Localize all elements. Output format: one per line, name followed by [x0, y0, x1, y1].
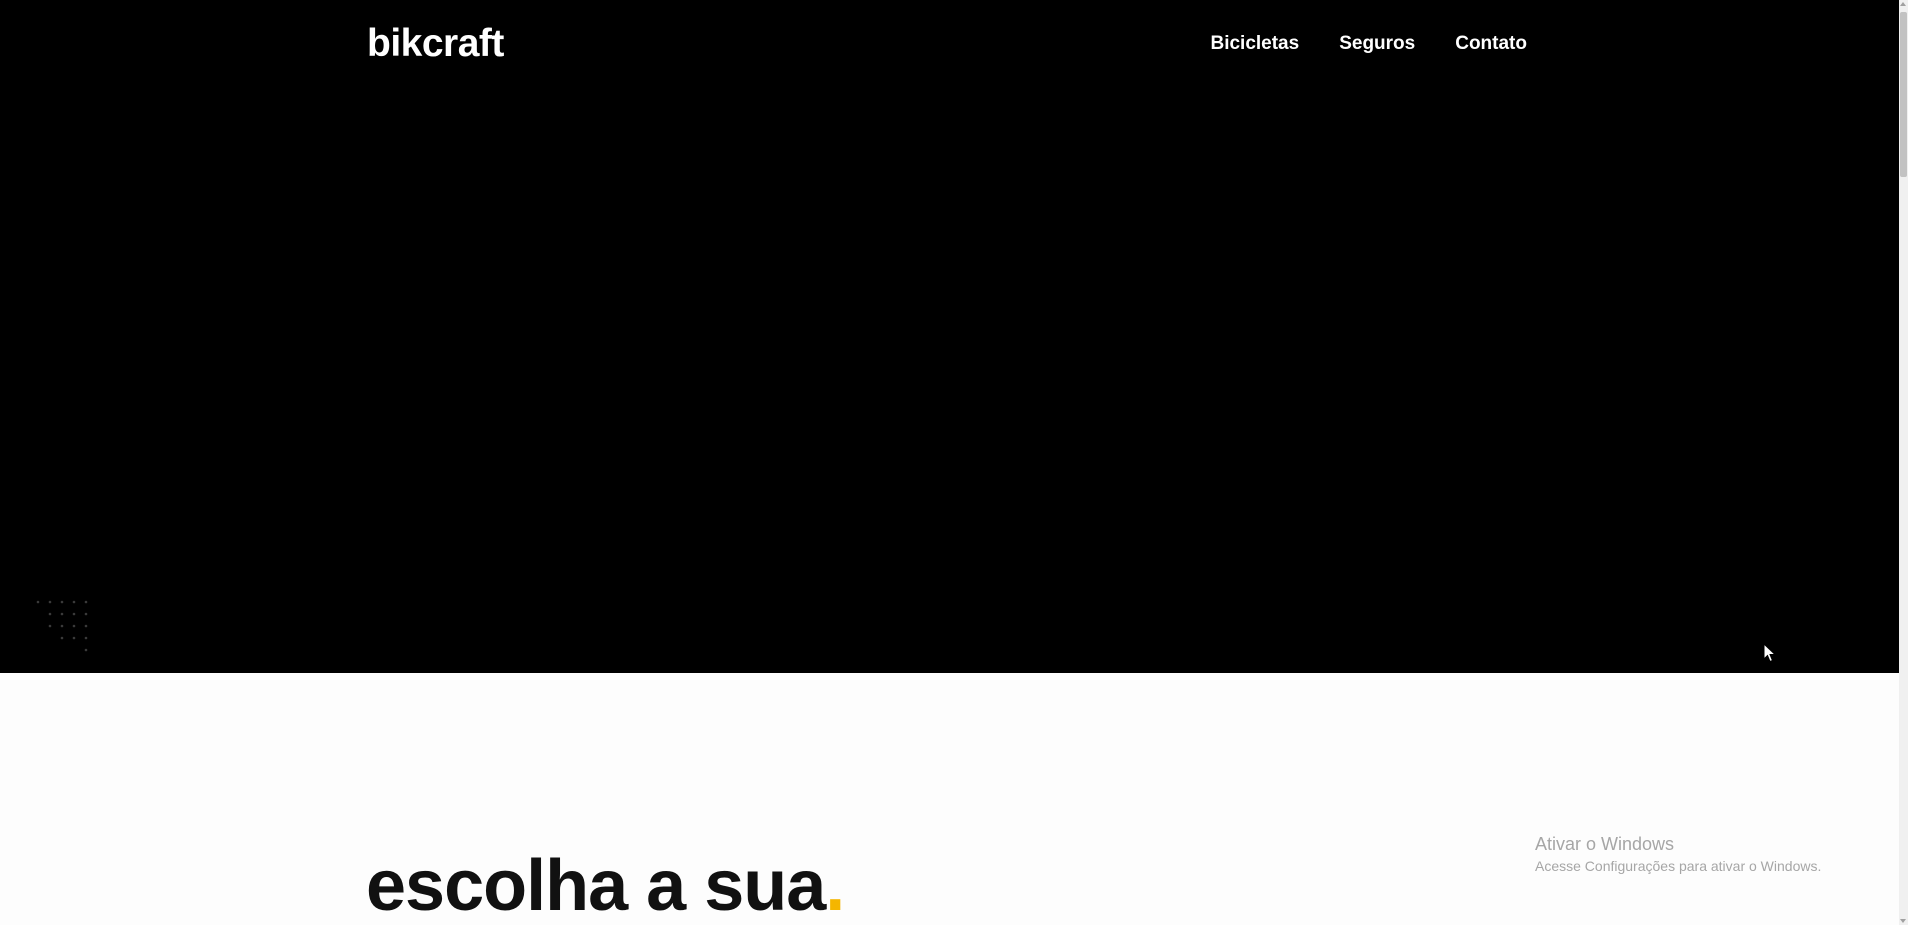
- section-title-text: escolha a sua: [366, 846, 826, 925]
- nav-link-bicicletas[interactable]: Bicicletas: [1210, 33, 1299, 55]
- site-header: bikcraft Bicicletas Seguros Contato: [367, 0, 1527, 90]
- page: bikcraft Bicicletas Seguros Contato esco…: [0, 0, 1908, 925]
- windows-activation-watermark: Ativar o Windows Acesse Configurações pa…: [1535, 833, 1821, 877]
- scroll-up-arrow-icon[interactable]: [1900, 2, 1906, 6]
- scroll-down-arrow-icon[interactable]: [1900, 919, 1906, 923]
- hero-section: bikcraft Bicicletas Seguros Contato: [0, 0, 1899, 673]
- vertical-scrollbar[interactable]: [1899, 0, 1908, 925]
- dot-grid-pattern-icon: [36, 600, 88, 652]
- watermark-title: Ativar o Windows: [1535, 834, 1675, 854]
- watermark-subtitle: Acesse Configurações para ativar o Windo…: [1535, 858, 1822, 874]
- site-logo[interactable]: bikcraft: [367, 22, 504, 66]
- section-title-accent-dot: .: [825, 846, 845, 925]
- scrollbar-thumb[interactable]: [1900, 12, 1907, 177]
- nav-link-seguros[interactable]: Seguros: [1339, 33, 1415, 55]
- main-nav: Bicicletas Seguros Contato: [1210, 33, 1527, 55]
- bikes-section: [0, 673, 1899, 925]
- nav-link-contato[interactable]: Contato: [1455, 33, 1527, 55]
- section-title: escolha a sua.: [366, 850, 845, 922]
- mouse-pointer-icon: [1763, 643, 1777, 663]
